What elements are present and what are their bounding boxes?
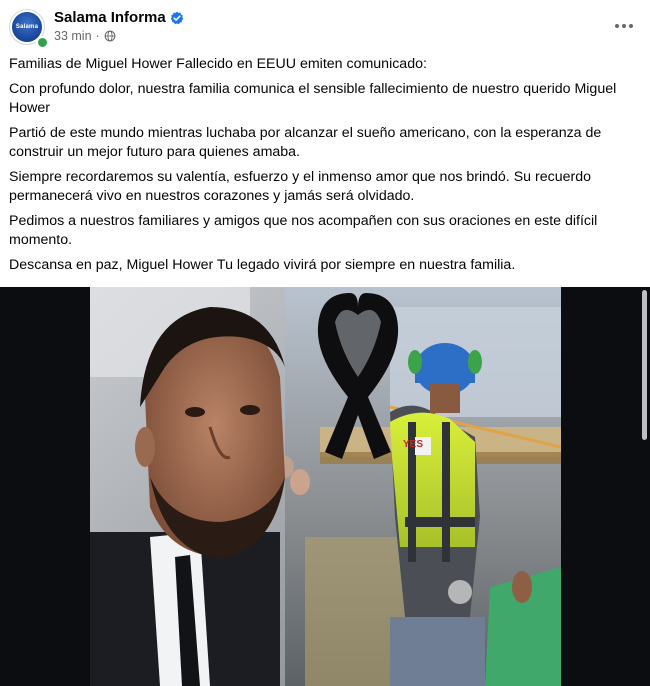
post-meta: 33 min · — [54, 29, 116, 43]
verified-badge-icon — [170, 11, 184, 24]
meta-separator: · — [95, 29, 100, 43]
globe-icon — [104, 30, 116, 42]
post-paragraph: Partió de este mundo mientras luchaba po… — [9, 125, 602, 160]
more-options-icon[interactable] — [612, 14, 636, 38]
post-paragraph: Pedimos a nuestros familiares y amigos q… — [9, 213, 598, 248]
facebook-post: Salama Salama Informa 33 min · Familias — [0, 0, 650, 686]
post-paragraph: Familias de Miguel Hower Fallecido en EE… — [9, 56, 427, 72]
online-status-dot — [36, 36, 49, 49]
post-header: Salama Salama Informa 33 min · — [0, 0, 650, 50]
memorial-photo-illustration: YES — [90, 287, 561, 686]
post-paragraph: Descansa en paz, Miguel Hower Tu legado … — [9, 257, 516, 273]
page-name-link[interactable]: Salama Informa — [54, 9, 184, 26]
vest-badge-text: YES — [403, 439, 423, 450]
post-text: Familias de Miguel Hower Fallecido en EE… — [9, 55, 629, 281]
page-avatar[interactable]: Salama — [9, 9, 49, 49]
post-paragraph: Siempre recordaremos su valentía, esfuer… — [9, 169, 591, 204]
post-paragraph: Con profundo dolor, nuestra familia comu… — [9, 81, 617, 116]
post-timestamp[interactable]: 33 min — [54, 29, 92, 43]
scrollbar[interactable] — [642, 290, 647, 440]
page-name: Salama Informa — [54, 9, 166, 26]
memorial-photo[interactable]: YES — [90, 287, 561, 686]
post-media[interactable]: YES — [0, 287, 650, 686]
